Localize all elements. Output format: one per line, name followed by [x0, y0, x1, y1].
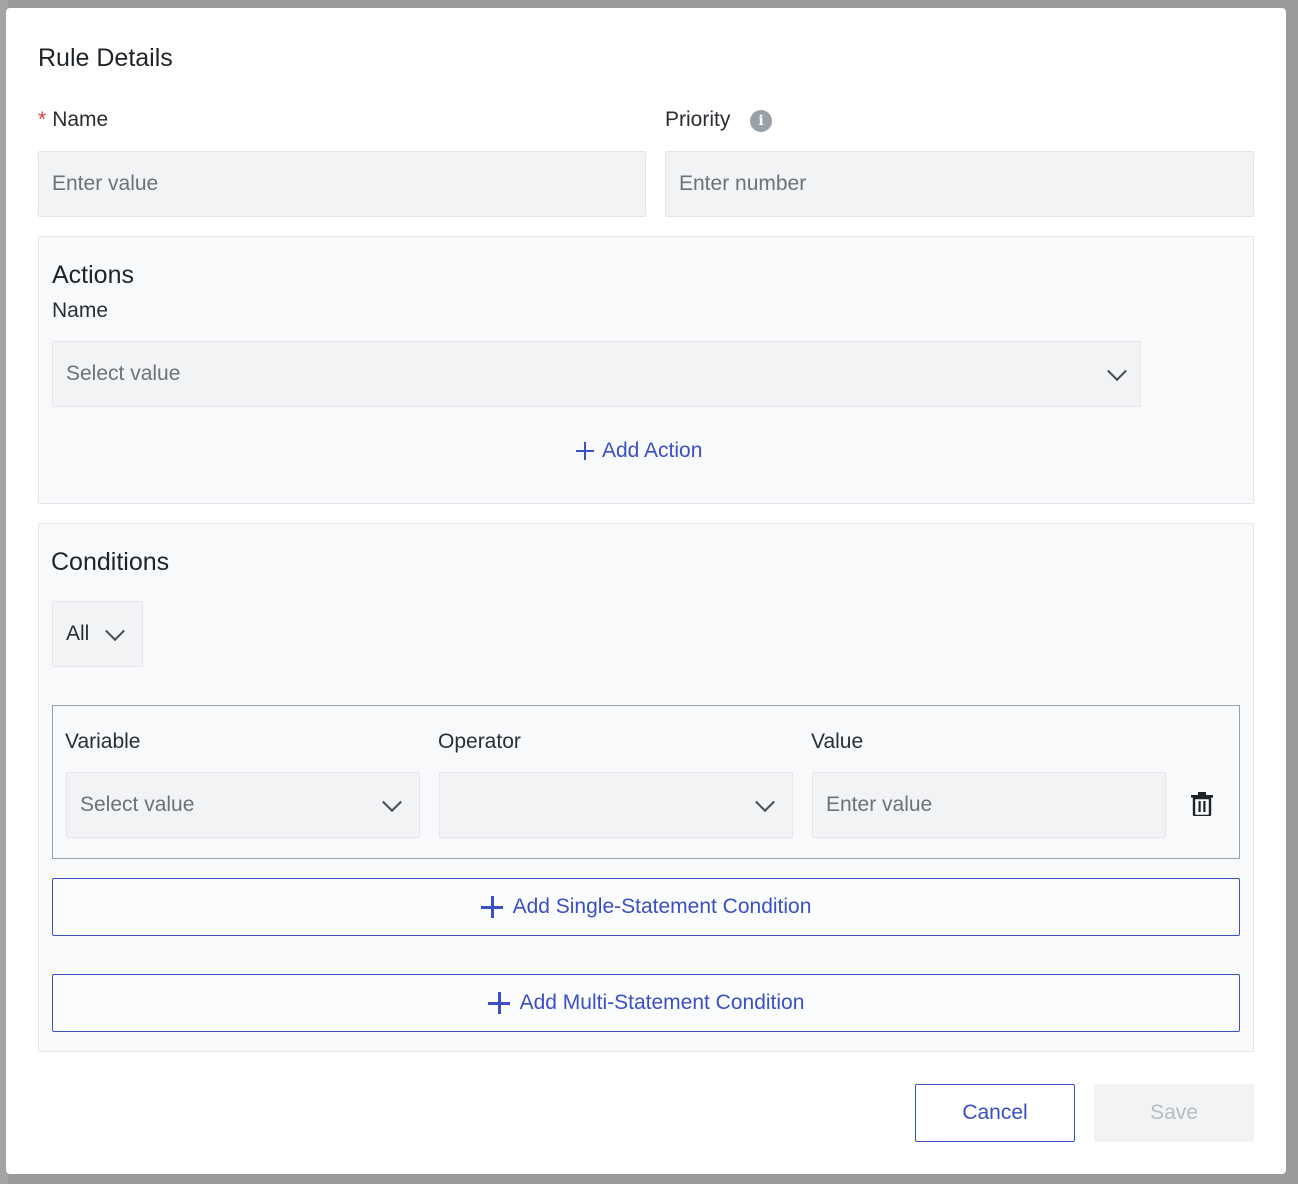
value-placeholder: Enter value — [826, 793, 933, 816]
action-name-select[interactable]: Select value — [52, 341, 1141, 407]
variable-select-value: Select value — [80, 793, 195, 816]
priority-label: Priority — [665, 108, 731, 131]
info-icon[interactable]: i — [750, 110, 772, 132]
value-input[interactable]: Enter value — [812, 772, 1166, 838]
name-input[interactable]: Enter value — [38, 151, 646, 217]
trash-icon[interactable] — [1191, 792, 1213, 816]
conditions-title: Conditions — [51, 548, 170, 576]
add-action-button[interactable]: Add Action — [576, 439, 702, 463]
cancel-button[interactable]: Cancel — [915, 1084, 1075, 1142]
priority-input[interactable]: Enter number — [665, 151, 1254, 217]
actions-panel: Actions Name Select value Add Action — [38, 236, 1254, 504]
plus-icon — [487, 992, 510, 1014]
plus-icon — [480, 896, 503, 918]
action-name-label: Name — [52, 299, 109, 322]
chevron-down-icon — [382, 792, 402, 813]
priority-placeholder: Enter number — [679, 172, 807, 195]
add-multi-statement-condition-button[interactable]: Add Multi-Statement Condition — [52, 974, 1240, 1032]
match-mode-select[interactable]: All — [52, 601, 143, 667]
dialog-title: Rule Details — [38, 44, 173, 72]
variable-select[interactable]: Select value — [66, 772, 420, 838]
add-single-statement-condition-button[interactable]: Add Single-Statement Condition — [52, 878, 1240, 936]
value-label: Value — [811, 730, 864, 753]
name-placeholder: Enter value — [52, 172, 159, 195]
match-mode-value: All — [66, 622, 90, 645]
condition-row: Variable Select value Operator Value Ent… — [52, 705, 1240, 859]
required-marker: * — [38, 108, 47, 131]
name-label: * Name — [38, 108, 109, 131]
save-button[interactable]: Save — [1094, 1084, 1254, 1142]
operator-label: Operator — [438, 730, 521, 753]
action-select-value: Select value — [66, 362, 181, 385]
variable-label: Variable — [65, 730, 141, 753]
chevron-down-icon — [1107, 361, 1127, 382]
actions-title: Actions — [52, 261, 134, 289]
rule-details-dialog: Rule Details * Name Enter value Priority … — [6, 8, 1286, 1174]
chevron-down-icon — [755, 792, 775, 813]
chevron-down-icon — [105, 621, 125, 642]
plus-icon — [576, 442, 594, 460]
operator-select[interactable] — [439, 772, 793, 838]
